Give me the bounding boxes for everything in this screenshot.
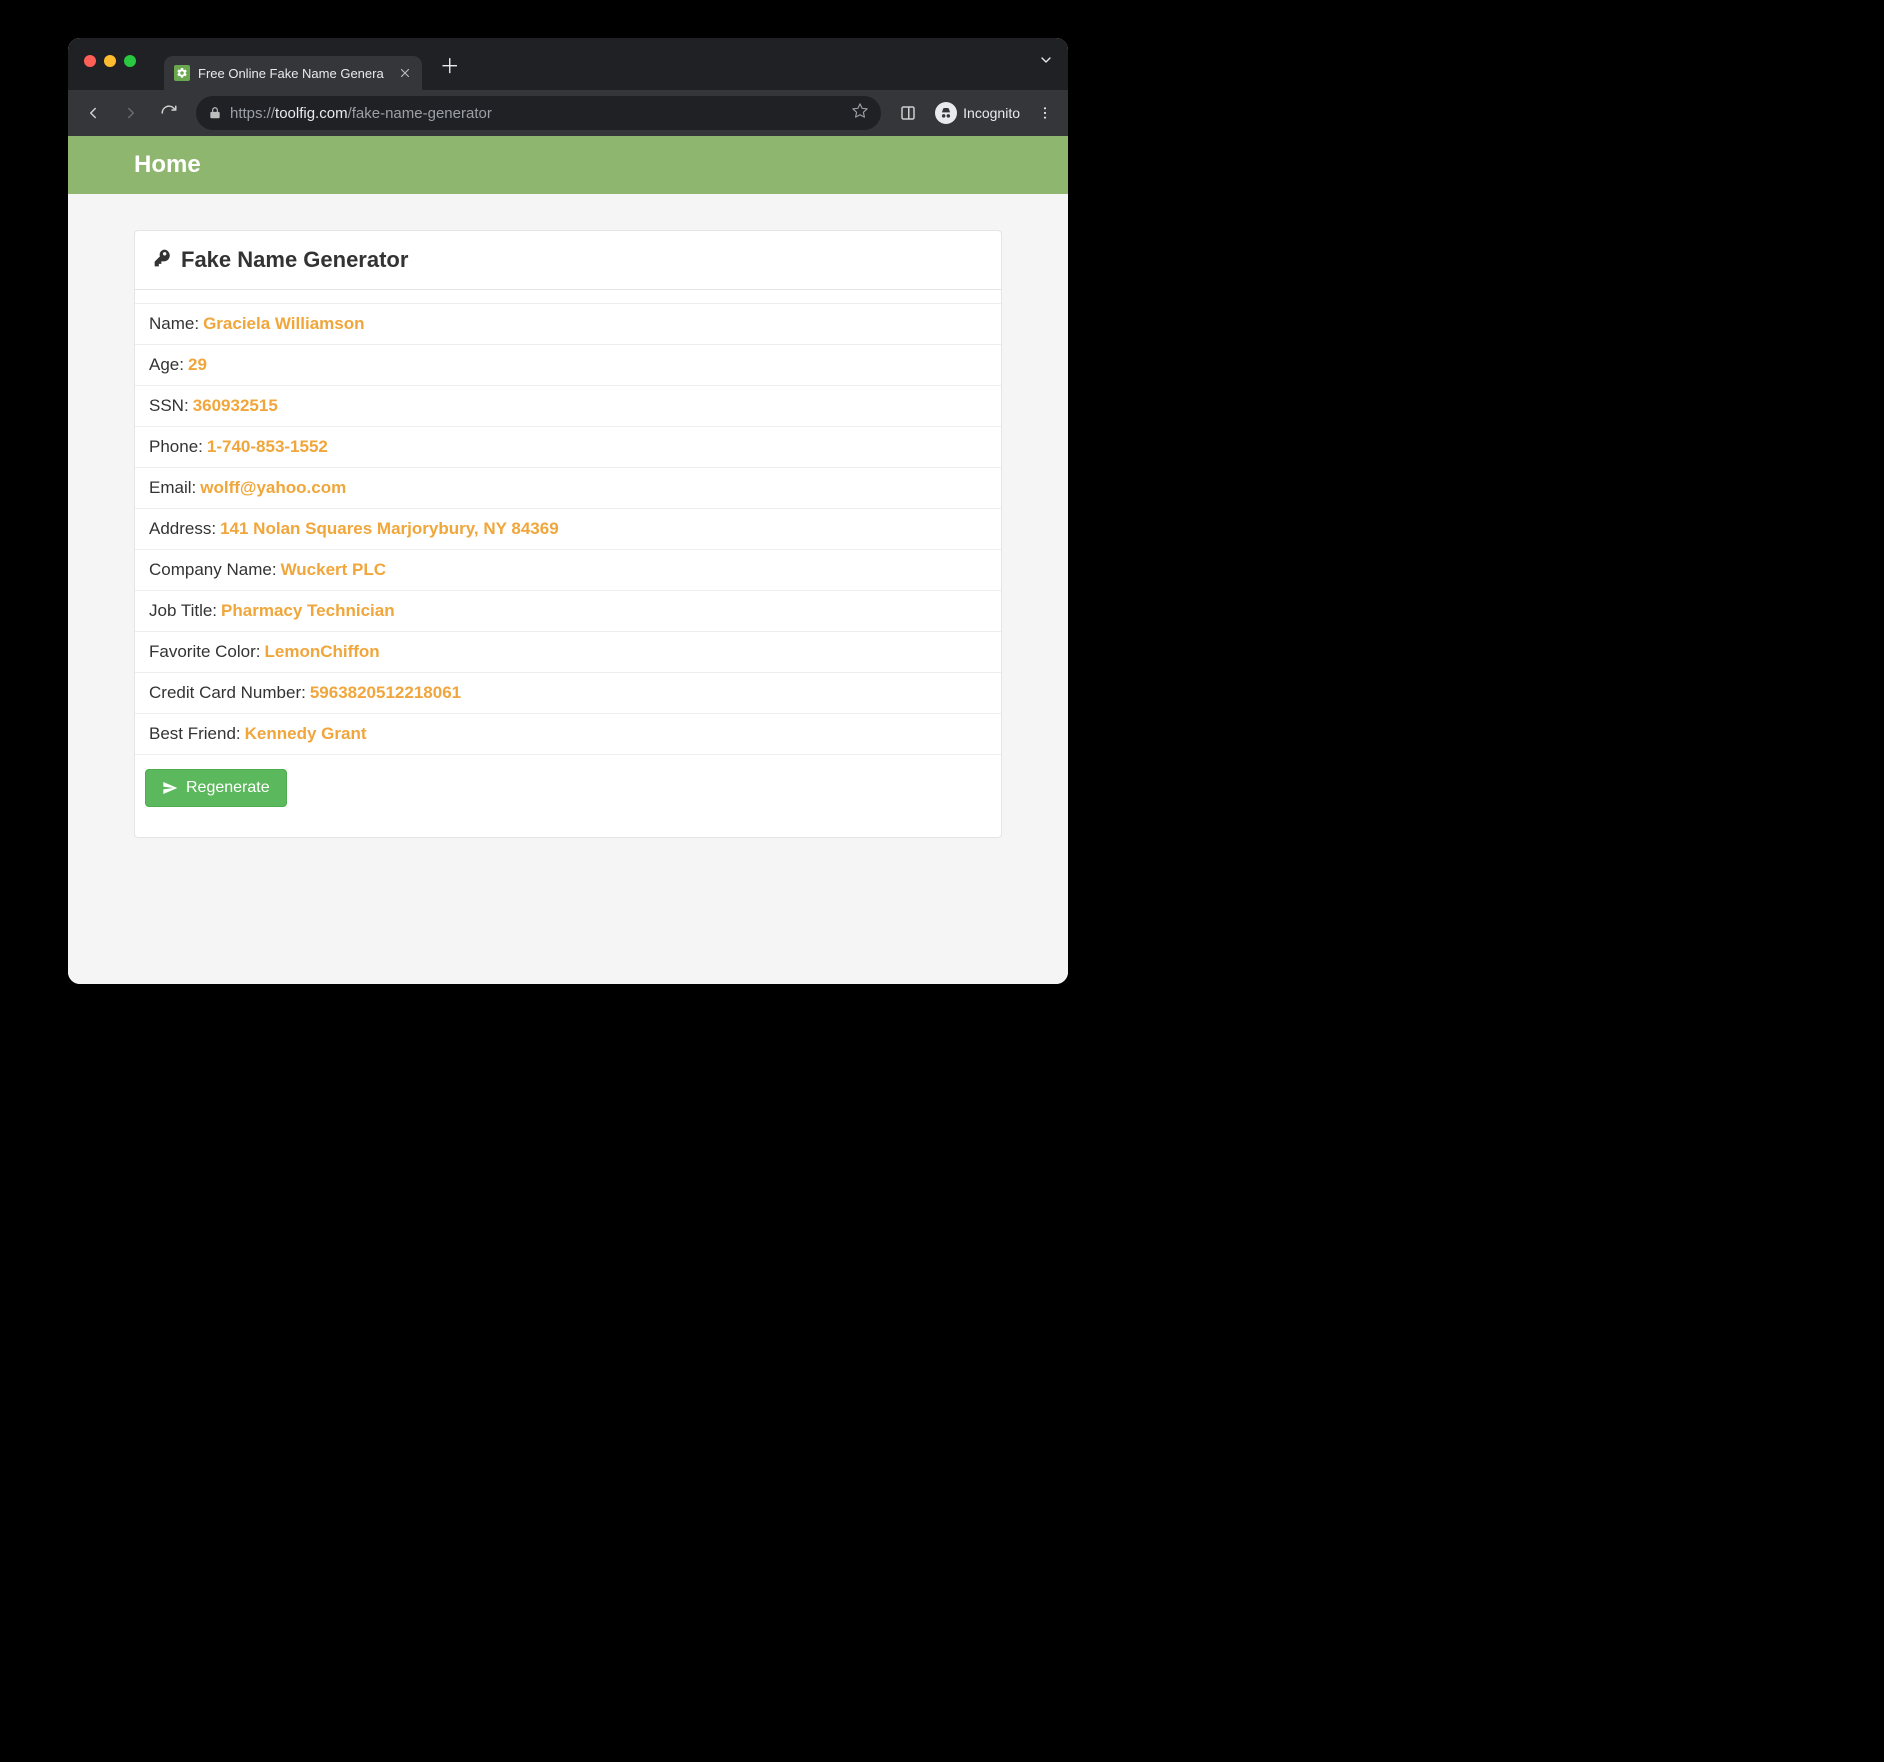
url-text: https://toolfig.com/fake-name-generator [230, 105, 492, 122]
field-label: SSN: [149, 396, 189, 416]
incognito-label: Incognito [963, 105, 1020, 121]
main-panel: Fake Name Generator Name: Graciela Willi… [134, 230, 1002, 838]
browser-menu-icon[interactable] [1030, 98, 1060, 128]
field-label: Address: [149, 519, 216, 539]
reload-button[interactable] [152, 96, 186, 130]
field-value: 29 [188, 355, 207, 375]
field-row: Favorite Color: LemonChiffon [135, 632, 1001, 673]
page-viewport: Home Fake Name Generator Name: Graciela … [68, 136, 1068, 984]
incognito-indicator[interactable]: Incognito [929, 102, 1026, 124]
browser-toolbar: https://toolfig.com/fake-name-generator … [68, 90, 1068, 136]
panel-body: Name: Graciela WilliamsonAge: 29SSN: 360… [135, 290, 1001, 837]
field-row: Email: wolff@yahoo.com [135, 468, 1001, 509]
browser-tab[interactable]: Free Online Fake Name Genera [164, 56, 422, 90]
browser-window: Free Online Fake Name Genera ＋ https://t… [68, 38, 1068, 984]
tabs-dropdown-icon[interactable] [1038, 52, 1054, 73]
field-value: 1-740-853-1552 [207, 437, 328, 457]
back-button[interactable] [76, 96, 110, 130]
field-label: Age: [149, 355, 184, 375]
regenerate-button-label: Regenerate [186, 779, 270, 797]
button-row: Regenerate [135, 755, 1001, 807]
field-value: wolff@yahoo.com [200, 478, 346, 498]
field-row: Company Name: Wuckert PLC [135, 550, 1001, 591]
field-label: Name: [149, 314, 199, 334]
nav-home-link[interactable]: Home [134, 151, 201, 179]
lock-icon [208, 106, 222, 120]
new-tab-button[interactable]: ＋ [436, 50, 464, 78]
panel-icon[interactable] [891, 96, 925, 130]
panel-heading: Fake Name Generator [135, 231, 1001, 290]
tab-title: Free Online Fake Name Genera [198, 66, 384, 81]
panel-title: Fake Name Generator [181, 247, 408, 273]
field-label: Best Friend: [149, 724, 241, 744]
field-value: Wuckert PLC [281, 560, 387, 580]
key-icon [153, 248, 173, 273]
field-value: 5963820512218061 [310, 683, 461, 703]
field-value: 141 Nolan Squares Marjorybury, NY 84369 [220, 519, 559, 539]
field-value: Graciela Williamson [203, 314, 364, 334]
field-label: Phone: [149, 437, 203, 457]
tabstrip: Free Online Fake Name Genera ＋ [68, 38, 1068, 90]
field-row: Best Friend: Kennedy Grant [135, 714, 1001, 755]
bookmark-star-icon[interactable] [851, 102, 869, 124]
field-value: Kennedy Grant [245, 724, 367, 744]
close-tab-icon[interactable] [398, 66, 412, 80]
incognito-icon [935, 102, 957, 124]
field-row: Job Title: Pharmacy Technician [135, 591, 1001, 632]
field-row: Phone: 1-740-853-1552 [135, 427, 1001, 468]
site-navbar: Home [68, 136, 1068, 194]
address-bar[interactable]: https://toolfig.com/fake-name-generator [196, 96, 881, 130]
field-row: SSN: 360932515 [135, 386, 1001, 427]
window-minimize-button[interactable] [104, 55, 116, 67]
field-row: Address: 141 Nolan Squares Marjorybury, … [135, 509, 1001, 550]
field-label: Job Title: [149, 601, 217, 621]
field-row: Name: Graciela Williamson [135, 304, 1001, 345]
window-close-button[interactable] [84, 55, 96, 67]
spacer-row [135, 290, 1001, 304]
field-row: Age: 29 [135, 345, 1001, 386]
field-label: Email: [149, 478, 196, 498]
field-label: Credit Card Number: [149, 683, 306, 703]
tab-favicon [174, 65, 190, 81]
field-value: LemonChiffon [264, 642, 379, 662]
window-controls [84, 55, 136, 67]
window-zoom-button[interactable] [124, 55, 136, 67]
field-row: Credit Card Number: 5963820512218061 [135, 673, 1001, 714]
field-value: Pharmacy Technician [221, 601, 395, 621]
field-label: Company Name: [149, 560, 277, 580]
regenerate-button[interactable]: Regenerate [145, 769, 287, 807]
forward-button[interactable] [114, 96, 148, 130]
field-value: 360932515 [193, 396, 278, 416]
field-label: Favorite Color: [149, 642, 260, 662]
